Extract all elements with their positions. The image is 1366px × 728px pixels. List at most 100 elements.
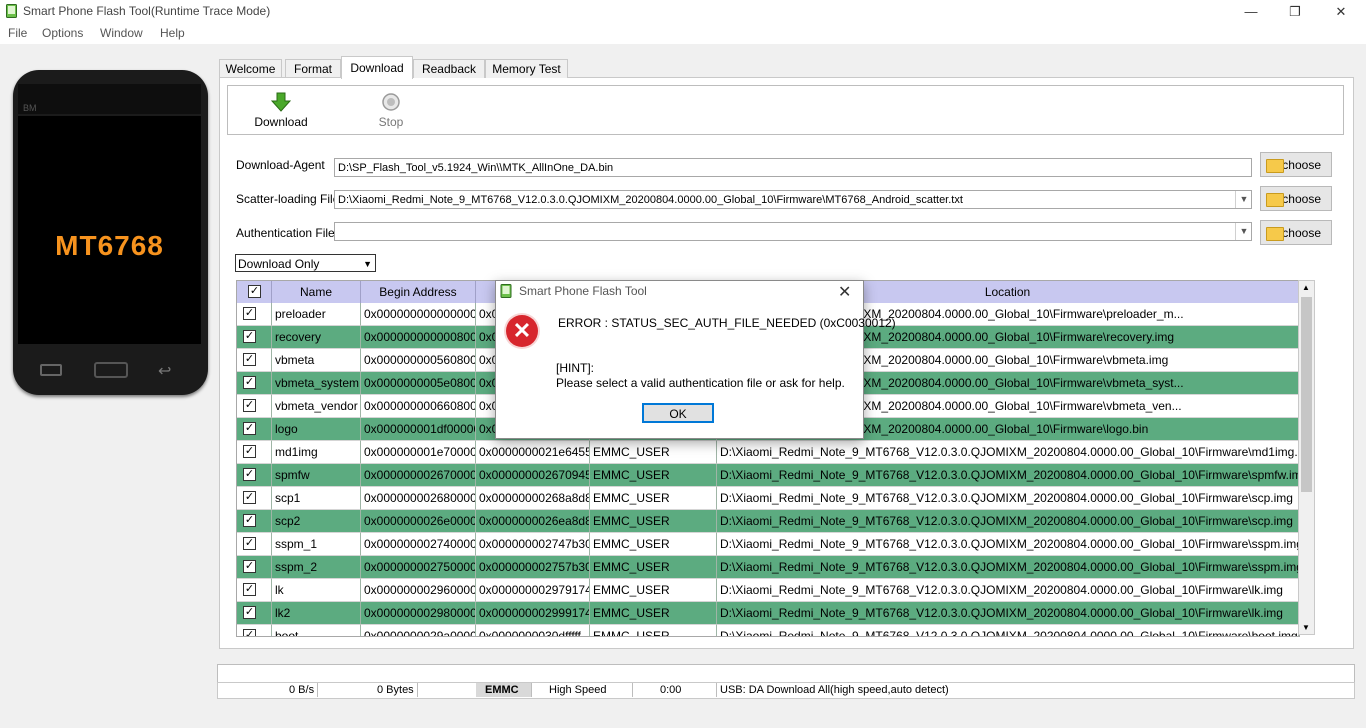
header-begin[interactable]: Begin Address	[361, 281, 476, 303]
tab-welcome[interactable]: Welcome	[219, 59, 282, 78]
row-checkbox-cell[interactable]: ✓	[237, 349, 272, 372]
row-checkbox[interactable]: ✓	[243, 445, 256, 458]
scroll-up-icon[interactable]: ▲	[1302, 283, 1310, 292]
scatter-combo[interactable]: D:\Xiaomi_Redmi_Note_9_MT6768_V12.0.3.0.…	[334, 190, 1252, 209]
minimize-button[interactable]: —	[1228, 0, 1274, 23]
row-checkbox[interactable]: ✓	[243, 629, 256, 636]
scroll-down-icon[interactable]: ▼	[1302, 623, 1310, 632]
cell-begin: 0x0000000006608000	[361, 395, 476, 418]
table-row[interactable]: ✓ sspm_1 0x0000000027400000 0x000000002747b…	[237, 533, 1299, 556]
app-icon	[6, 4, 17, 18]
row-checkbox-cell[interactable]: ✓	[237, 441, 272, 464]
cell-end: 0x000000002979174f	[476, 579, 590, 602]
row-checkbox[interactable]: ✓	[243, 422, 256, 435]
row-checkbox-cell[interactable]: ✓	[237, 510, 272, 533]
table-row[interactable]: ✓ md1img 0x000000001e700000 0x0000000021e64…	[237, 441, 1299, 464]
table-row[interactable]: ✓ scp1 0x0000000026800000 0x00000000268a8d8…	[237, 487, 1299, 510]
table-row[interactable]: ✓ lk 0x0000000029600000 0x000000002979174f E…	[237, 579, 1299, 602]
row-checkbox-cell[interactable]: ✓	[237, 625, 272, 636]
scrollbar-thumb[interactable]	[1301, 297, 1312, 492]
tab-download[interactable]: Download	[341, 56, 413, 79]
header-name[interactable]: Name	[272, 281, 361, 303]
close-button[interactable]: ✕	[1318, 0, 1364, 23]
auth-combo[interactable]	[334, 222, 1252, 241]
status-divider	[317, 683, 318, 697]
cell-begin: 0x0000000029a00000	[361, 625, 476, 636]
row-checkbox-cell[interactable]: ✓	[237, 303, 272, 326]
stop-button[interactable]: Stop	[365, 92, 417, 129]
choose-label: choose	[1282, 158, 1321, 172]
table-row[interactable]: ✓ lk2 0x0000000029800000 0x000000002999174f…	[237, 602, 1299, 625]
select-all-checkbox[interactable]: ✓	[237, 281, 272, 303]
row-checkbox[interactable]: ✓	[243, 468, 256, 481]
download-mode-value: Download Only	[238, 257, 320, 271]
row-checkbox-cell[interactable]: ✓	[237, 418, 272, 441]
row-checkbox[interactable]: ✓	[243, 376, 256, 389]
table-row[interactable]: ✓ spmfw 0x0000000026700000 0x00000000267094…	[237, 464, 1299, 487]
row-checkbox-cell[interactable]: ✓	[237, 602, 272, 625]
cell-location: D:\Xiaomi_Redmi_Note_9_MT6768_V12.0.3.0.…	[717, 625, 1299, 636]
cell-location: D:\Xiaomi_Redmi_Note_9_MT6768_V12.0.3.0.…	[717, 602, 1299, 625]
cell-end: 0x000000002757b30f	[476, 556, 590, 579]
cell-region: EMMC_USER	[590, 510, 717, 533]
row-checkbox[interactable]: ✓	[243, 399, 256, 412]
cell-location: D:\Xiaomi_Redmi_Note_9_MT6768_V12.0.3.0.…	[717, 510, 1299, 533]
row-checkbox[interactable]: ✓	[243, 560, 256, 573]
table-row[interactable]: ✓ scp2 0x0000000026e00000 0x0000000026ea8d8…	[237, 510, 1299, 533]
cell-name: recovery	[272, 326, 361, 349]
folder-icon	[1266, 227, 1284, 241]
row-checkbox[interactable]: ✓	[243, 330, 256, 343]
cell-name: preloader	[272, 303, 361, 326]
row-checkbox-cell[interactable]: ✓	[237, 372, 272, 395]
dialog-close-icon[interactable]: ✕	[838, 282, 851, 302]
row-checkbox[interactable]: ✓	[243, 606, 256, 619]
download-agent-input[interactable]: D:\SP_Flash_Tool_v5.1924_Win\\MTK_AllInO…	[334, 158, 1252, 177]
row-checkbox-cell[interactable]: ✓	[237, 533, 272, 556]
tab-readback[interactable]: Readback	[413, 59, 485, 78]
cell-begin: 0x0000000029600000	[361, 579, 476, 602]
row-checkbox-cell[interactable]: ✓	[237, 395, 272, 418]
cell-name: vbmeta_vendor	[272, 395, 361, 418]
tab-memory-test[interactable]: Memory Test	[485, 59, 568, 78]
row-checkbox[interactable]: ✓	[243, 514, 256, 527]
row-checkbox-cell[interactable]: ✓	[237, 487, 272, 510]
tab-format[interactable]: Format	[285, 59, 341, 78]
cell-name: scp1	[272, 487, 361, 510]
cell-name: scp2	[272, 510, 361, 533]
row-checkbox-cell[interactable]: ✓	[237, 556, 272, 579]
chevron-down-icon[interactable]: ▼	[1235, 191, 1252, 208]
status-divider	[716, 683, 717, 697]
progress-bar	[217, 664, 1355, 683]
dialog-app-icon	[500, 284, 512, 298]
cell-region: EMMC_USER	[590, 464, 717, 487]
table-row[interactable]: ✓ sspm_2 0x0000000027500000 0x000000002757b…	[237, 556, 1299, 579]
table-row[interactable]: ✓ boot 0x0000000029a00000 0x0000000030dffff…	[237, 625, 1299, 636]
row-checkbox[interactable]: ✓	[243, 537, 256, 550]
row-checkbox[interactable]: ✓	[243, 353, 256, 366]
restore-button[interactable]: ❐	[1272, 0, 1318, 23]
download-button[interactable]: Download	[250, 92, 312, 129]
download-mode-select[interactable]: Download Only ▼	[235, 254, 376, 272]
download-agent-label: Download-Agent	[236, 158, 325, 172]
row-checkbox[interactable]: ✓	[243, 307, 256, 320]
row-checkbox-cell[interactable]: ✓	[237, 579, 272, 602]
cell-name: logo	[272, 418, 361, 441]
cell-location: D:\Xiaomi_Redmi_Note_9_MT6768_V12.0.3.0.…	[717, 441, 1299, 464]
row-checkbox[interactable]: ✓	[243, 491, 256, 504]
error-message: ERROR : STATUS_SEC_AUTH_FILE_NEEDED (0xC…	[558, 316, 896, 330]
chevron-down-icon[interactable]: ▼	[1235, 223, 1252, 240]
phone-top-bezel	[18, 84, 201, 114]
menu-file[interactable]: File	[8, 26, 27, 40]
menu-window[interactable]: Window	[100, 26, 143, 40]
menu-options[interactable]: Options	[42, 26, 83, 40]
cell-location: D:\Xiaomi_Redmi_Note_9_MT6768_V12.0.3.0.…	[717, 533, 1299, 556]
row-checkbox[interactable]: ✓	[243, 583, 256, 596]
ok-button[interactable]: OK	[642, 403, 714, 423]
choose-label: choose	[1282, 226, 1321, 240]
row-checkbox-cell[interactable]: ✓	[237, 326, 272, 349]
restore-icon: ❐	[1289, 3, 1301, 19]
row-checkbox-cell[interactable]: ✓	[237, 464, 272, 487]
menu-help[interactable]: Help	[160, 26, 185, 40]
status-usb: USB: DA Download All(high speed,auto det…	[720, 684, 949, 696]
menu-bar	[0, 23, 1366, 44]
